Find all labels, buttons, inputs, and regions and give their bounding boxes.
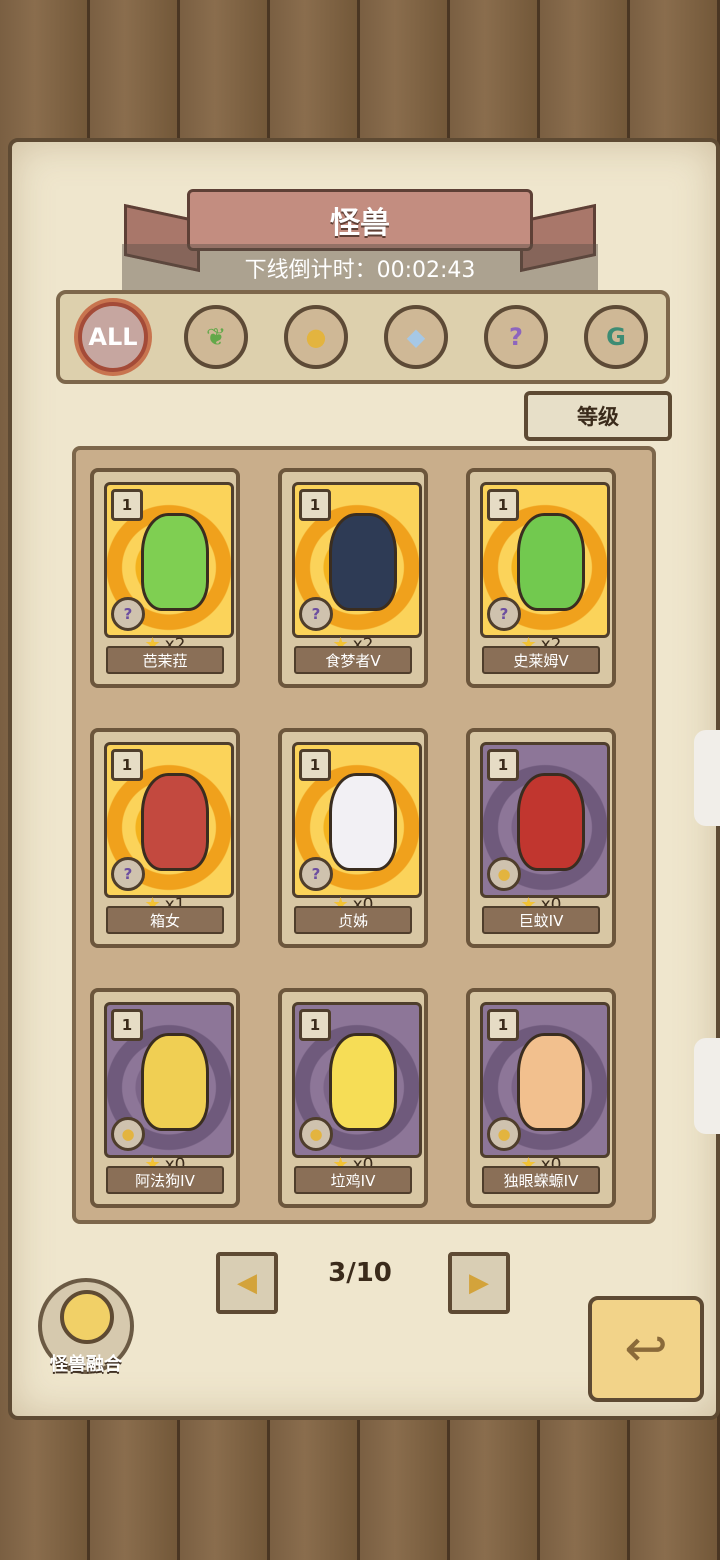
paw-type-icon: ●	[299, 1117, 333, 1151]
level-badge: 1	[111, 1009, 143, 1041]
monster-name: 食梦者V	[294, 646, 412, 674]
filter-question-button[interactable]: ?	[484, 305, 548, 369]
question-type-icon: ?	[299, 857, 333, 891]
level-badge: 1	[487, 489, 519, 521]
monster-card[interactable]: 1? ★ x2 食梦者V	[278, 468, 428, 688]
monster-portrait: 1 ●	[292, 1002, 422, 1158]
monster-card[interactable]: 1? ★ x1 箱女	[90, 728, 240, 948]
triangle-right-icon: ▶	[469, 1268, 489, 1298]
filter-all-button[interactable]: ALL	[78, 302, 148, 372]
fusion-swirl-icon	[60, 1290, 114, 1344]
question-type-icon: ?	[111, 597, 145, 631]
monster-name: 贞姊	[294, 906, 412, 934]
triangle-left-icon: ◀	[237, 1268, 257, 1298]
question-type-icon: ?	[299, 597, 333, 631]
monster-card[interactable]: 1? ★ x2 芭茉菈	[90, 468, 240, 688]
monster-figure	[517, 773, 585, 871]
monster-card[interactable]: 1 ● ★ x0 巨蚊IV	[466, 728, 616, 948]
return-arrow-icon: ↩	[624, 1319, 668, 1379]
monster-name: 垃鸡IV	[294, 1166, 412, 1194]
paw-type-icon: ●	[487, 857, 521, 891]
title-ribbon: 怪兽	[124, 188, 596, 273]
monster-portrait: 1 ●	[480, 1002, 610, 1158]
side-handle-top[interactable]	[694, 730, 720, 826]
question-type-icon: ?	[487, 597, 521, 631]
monster-name: 芭茉菈	[106, 646, 224, 674]
monster-name: 阿法狗IV	[106, 1166, 224, 1194]
filter-paw-button[interactable]: ●	[284, 305, 348, 369]
level-badge: 1	[487, 1009, 519, 1041]
crystal-icon: ◆	[406, 323, 426, 351]
sort-level-button[interactable]: 等级	[524, 391, 672, 441]
level-badge: 1	[111, 489, 143, 521]
offline-countdown: 下线倒计时：00:02:43	[122, 244, 598, 292]
monster-figure	[141, 1033, 209, 1131]
level-badge: 1	[299, 749, 331, 781]
level-badge: 1	[299, 489, 331, 521]
monster-figure	[517, 513, 585, 611]
fusion-label: 怪兽融合	[50, 1354, 122, 1375]
question-type-icon: ?	[111, 857, 145, 891]
monster-figure	[329, 773, 397, 871]
monster-portrait: 1?	[292, 482, 422, 638]
monster-portrait: 1?	[104, 742, 234, 898]
level-badge: 1	[111, 749, 143, 781]
level-badge: 1	[487, 749, 519, 781]
monster-fusion-button[interactable]: 怪兽融合	[38, 1278, 134, 1375]
leaf-icon: ❦	[205, 323, 227, 351]
prev-page-button[interactable]: ◀	[216, 1252, 278, 1314]
next-page-button[interactable]: ▶	[448, 1252, 510, 1314]
paw-icon: ●	[305, 323, 327, 351]
back-button[interactable]: ↩	[588, 1296, 704, 1402]
monster-card[interactable]: 1? ★ x0 贞姊	[278, 728, 428, 948]
page-title: 怪兽	[330, 206, 390, 241]
monster-figure	[141, 773, 209, 871]
filter-bar: ALL ❦ ● ◆ ? G	[56, 290, 670, 384]
monster-name: 巨蚊IV	[482, 906, 600, 934]
filter-crystal-button[interactable]: ◆	[384, 305, 448, 369]
monster-name: 史莱姆V	[482, 646, 600, 674]
monster-card[interactable]: 1? ★ x2 史莱姆V	[466, 468, 616, 688]
monster-card[interactable]: 1 ● ★ x0 阿法狗IV	[90, 988, 240, 1208]
monster-figure	[329, 1033, 397, 1131]
monster-figure	[517, 1033, 585, 1131]
monster-name: 箱女	[106, 906, 224, 934]
monster-portrait: 1?	[480, 482, 610, 638]
filter-leaf-button[interactable]: ❦	[184, 305, 248, 369]
filter-gem-button[interactable]: G	[584, 305, 648, 369]
monster-figure	[329, 513, 397, 611]
green-gem-icon: G	[606, 323, 626, 351]
monster-portrait: 1 ●	[480, 742, 610, 898]
monster-portrait: 1 ●	[104, 1002, 234, 1158]
level-badge: 1	[299, 1009, 331, 1041]
side-handle-bottom[interactable]	[694, 1038, 720, 1134]
monster-card[interactable]: 1 ● ★ x0 垃鸡IV	[278, 988, 428, 1208]
monster-portrait: 1?	[104, 482, 234, 638]
paw-type-icon: ●	[111, 1117, 145, 1151]
monster-name: 独眼蝾螈IV	[482, 1166, 600, 1194]
monster-figure	[141, 513, 209, 611]
paw-type-icon: ●	[487, 1117, 521, 1151]
page-indicator: 3/10	[328, 1258, 392, 1288]
question-icon: ?	[509, 323, 523, 351]
monster-portrait: 1?	[292, 742, 422, 898]
monster-card[interactable]: 1 ● ★ x0 独眼蝾螈IV	[466, 988, 616, 1208]
